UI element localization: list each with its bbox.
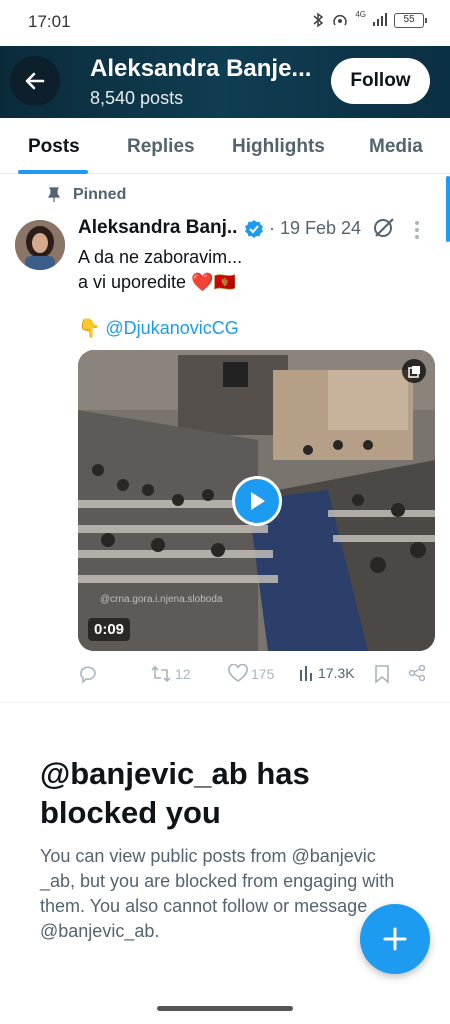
compose-plus-icon: [383, 927, 407, 951]
tweet-text-line1: A da ne zaboravim...: [78, 247, 243, 267]
battery-icon: 55: [394, 12, 427, 28]
tweet-author[interactable]: Aleksandra Banj...: [78, 217, 238, 239]
bookmark-button[interactable]: [374, 664, 390, 684]
signal-icon: [373, 13, 387, 26]
more-vertical-icon[interactable]: [414, 220, 420, 240]
pinned-label: Pinned: [47, 186, 126, 204]
like-button[interactable]: 175: [228, 664, 274, 684]
pin-icon: [47, 187, 61, 202]
share-icon: [408, 664, 426, 682]
profile-tabs: Posts Replies Highlights Media: [0, 118, 450, 174]
tweet-text-line2: a vi uporedite ❤️🇲🇪: [78, 272, 236, 292]
video-watermark: @crna.gora.i.njena.sloboda: [100, 594, 223, 605]
back-button[interactable]: [10, 56, 60, 106]
profile-name: Aleksandra Banje...: [90, 55, 312, 82]
tab-replies[interactable]: Replies: [127, 136, 195, 158]
grok-icon[interactable]: [372, 216, 396, 240]
like-icon: [228, 664, 248, 682]
views-count: 17.3K: [318, 665, 355, 681]
repost-button[interactable]: 12: [150, 664, 191, 684]
status-bar: 17:01 4G 55: [0, 0, 450, 46]
post-count: 8,540 posts: [90, 88, 184, 108]
pinned-text: Pinned: [73, 186, 127, 203]
bookmark-icon: [375, 665, 389, 684]
verified-icon: [245, 220, 263, 238]
fullscreen-icon[interactable]: [402, 359, 426, 383]
back-arrow-icon: [25, 72, 45, 90]
play-button[interactable]: [232, 476, 282, 526]
compose-button[interactable]: [360, 904, 430, 974]
home-indicator[interactable]: [157, 1006, 293, 1011]
scrollbar[interactable]: [446, 176, 450, 242]
avatar-image: [15, 220, 65, 270]
avatar[interactable]: [15, 220, 65, 270]
tab-highlights[interactable]: Highlights: [232, 136, 325, 158]
repost-icon: [151, 665, 171, 683]
bluetooth-icon: [313, 12, 324, 28]
play-icon: [251, 492, 265, 510]
views-icon: [300, 666, 312, 681]
views-button[interactable]: 17.3K: [299, 664, 355, 682]
blocked-title: @banjevic_ab has blocked you: [40, 756, 310, 830]
divider: [0, 702, 450, 703]
like-count: 175: [251, 666, 275, 682]
network-label: 4G: [355, 9, 366, 19]
repost-count: 12: [175, 666, 191, 682]
hotspot-icon: [333, 15, 348, 26]
tweet-mention-link[interactable]: 👇 @DjukanovicCG: [78, 318, 239, 339]
blocked-description: You can view public posts from @banjevic…: [40, 846, 395, 941]
tab-posts[interactable]: Posts: [28, 136, 80, 158]
status-time: 17:01: [28, 12, 71, 31]
profile-header: Aleksandra Banje... 8,540 posts Follow: [0, 46, 450, 118]
reply-icon: [80, 666, 96, 684]
tweet-date[interactable]: · 19 Feb 24: [269, 218, 361, 239]
active-tab-indicator: [18, 170, 88, 174]
video-duration: 0:09: [88, 618, 131, 641]
reply-button[interactable]: [78, 664, 98, 684]
share-button[interactable]: [408, 664, 426, 682]
tab-media[interactable]: Media: [369, 136, 423, 158]
tweet-text: A da ne zaboravim... a vi uporedite ❤️🇲🇪: [78, 245, 242, 295]
video-player[interactable]: @crna.gora.i.njena.sloboda 0:09: [78, 350, 435, 651]
tweet-actions: 12 175 17.3K: [78, 664, 438, 688]
status-icons: 4G 55: [311, 9, 427, 28]
follow-button[interactable]: Follow: [331, 58, 430, 104]
battery-level: 55: [403, 13, 415, 25]
